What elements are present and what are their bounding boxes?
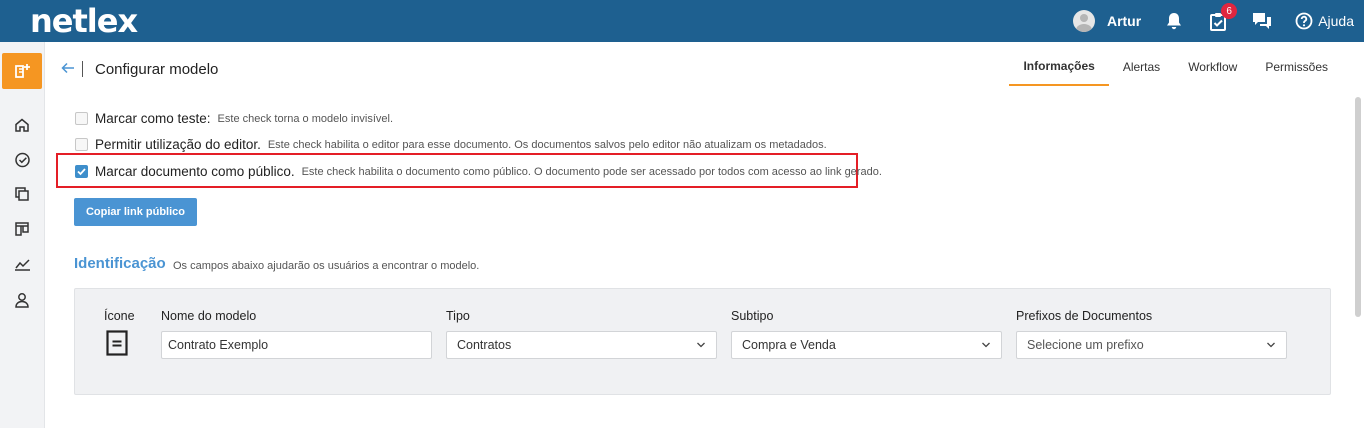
- chevron-down-icon: [982, 342, 990, 348]
- chat-icon[interactable]: [1251, 10, 1273, 32]
- document-icon[interactable]: [106, 330, 128, 356]
- option-teste: Marcar como teste: Este check torna o mo…: [75, 111, 393, 126]
- option-editor: Permitir utilização do editor. Este chec…: [75, 137, 827, 152]
- help-button[interactable]: Ajuda: [1295, 12, 1354, 30]
- prefixos-label: Prefixos de Documentos: [1016, 309, 1153, 323]
- publico-label: Marcar documento como público.: [95, 164, 295, 179]
- tab-alertas[interactable]: Alertas: [1109, 48, 1174, 86]
- netlex-logo[interactable]: netlex: [30, 2, 138, 40]
- nome-modelo-input[interactable]: [161, 331, 432, 359]
- publico-checkbox[interactable]: [75, 165, 88, 178]
- back-arrow-icon[interactable]: [60, 58, 76, 78]
- subtipo-select[interactable]: Compra e Venda: [731, 331, 1002, 359]
- tabs: Informações Alertas Workflow Permissões: [1009, 48, 1342, 86]
- documents-icon[interactable]: [11, 183, 33, 205]
- check-icon: [77, 168, 86, 176]
- chevron-down-icon: [697, 342, 705, 348]
- home-icon[interactable]: [11, 114, 33, 136]
- reports-icon[interactable]: [11, 253, 33, 275]
- option-publico: Marcar documento como público. Este chec…: [75, 164, 882, 179]
- tab-informacoes[interactable]: Informações: [1009, 48, 1109, 86]
- icone-label: Ícone: [104, 309, 135, 323]
- publico-description: Este check habilita o documento como púb…: [301, 165, 882, 178]
- identificacao-title: Identificação: [74, 255, 166, 272]
- tipo-select[interactable]: Contratos: [446, 331, 717, 359]
- tab-permissoes[interactable]: Permissões: [1251, 48, 1342, 86]
- editor-label: Permitir utilização do editor.: [95, 137, 261, 152]
- tipo-label: Tipo: [446, 309, 470, 323]
- bell-icon[interactable]: [1163, 10, 1185, 32]
- identificacao-description: Os campos abaixo ajudarão os usuários a …: [173, 260, 480, 272]
- top-bar-actions: Artur 6 Ajuda: [1072, 0, 1364, 42]
- help-icon: [1295, 12, 1313, 30]
- top-bar: netlex Artur 6 Ajuda: [0, 0, 1364, 42]
- tasks-badge: 6: [1221, 3, 1238, 19]
- kanban-icon[interactable]: [11, 218, 33, 240]
- editor-description: Este check habilita o editor para esse d…: [267, 138, 827, 151]
- user-icon[interactable]: [11, 289, 33, 311]
- teste-checkbox[interactable]: [75, 112, 88, 125]
- teste-label: Marcar como teste:: [95, 111, 211, 126]
- avatar: [1072, 10, 1095, 32]
- new-document-button[interactable]: [2, 53, 42, 89]
- tab-workflow[interactable]: Workflow: [1174, 48, 1251, 86]
- new-document-icon: [15, 64, 30, 78]
- scrollbar[interactable]: [1355, 97, 1361, 317]
- nome-modelo-label: Nome do modelo: [161, 309, 257, 323]
- chevron-down-icon: [1267, 342, 1275, 348]
- help-label: Ajuda: [1318, 13, 1354, 29]
- sidebar: [0, 42, 45, 428]
- editor-checkbox[interactable]: [75, 138, 88, 151]
- tipo-value: Contratos: [457, 338, 512, 352]
- user-menu[interactable]: Artur: [1072, 10, 1142, 32]
- prefixos-select[interactable]: Selecione um prefixo: [1016, 331, 1287, 359]
- subtipo-label: Subtipo: [731, 309, 774, 323]
- prefixos-placeholder: Selecione um prefixo: [1027, 338, 1144, 352]
- subtipo-value: Compra e Venda: [742, 338, 836, 352]
- teste-description: Este check torna o modelo invisível.: [217, 112, 394, 125]
- page-title: Configurar modelo: [95, 61, 219, 78]
- copy-public-link-button[interactable]: Copiar link público: [74, 198, 197, 226]
- tasks-icon[interactable]: 6: [1207, 3, 1238, 32]
- dashboard-icon[interactable]: [11, 148, 33, 170]
- title-separator: [82, 61, 83, 77]
- user-name: Artur: [1106, 13, 1142, 29]
